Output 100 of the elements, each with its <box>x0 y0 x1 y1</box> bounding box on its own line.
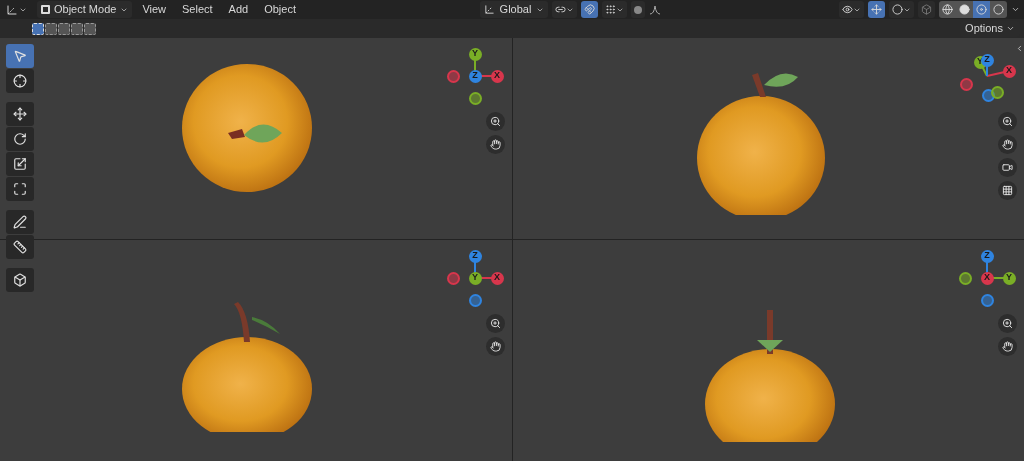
caret-icon <box>1006 24 1015 33</box>
measure-tool[interactable] <box>6 235 34 259</box>
rotate-icon <box>13 132 27 146</box>
negative-axis-handle[interactable] <box>446 69 460 83</box>
axis-label[interactable]: Y <box>468 271 482 285</box>
chevron-icon <box>1015 44 1024 53</box>
circle-icon <box>892 4 903 15</box>
orientation-dropdown[interactable]: Global <box>479 1 549 18</box>
pan-button[interactable] <box>997 135 1017 154</box>
zoom-button[interactable] <box>485 314 505 333</box>
select-mode-button[interactable] <box>84 22 96 35</box>
menu-item[interactable]: Add <box>222 1 255 18</box>
axes-icon <box>483 4 495 15</box>
square-icon <box>41 5 50 14</box>
projection-button[interactable] <box>997 181 1017 200</box>
cursor-arrow-icon <box>13 49 27 63</box>
negative-axis-handle[interactable] <box>468 293 482 307</box>
negative-axis-handle[interactable] <box>959 77 973 91</box>
axis-label[interactable]: Z <box>468 69 482 83</box>
proportional-toggle[interactable] <box>631 1 646 18</box>
grid-icon <box>1001 185 1013 196</box>
axis-label[interactable]: Y <box>468 47 482 61</box>
negative-axis-handle[interactable] <box>980 293 994 307</box>
zoom-icon <box>1001 318 1013 329</box>
axis-label[interactable]: X <box>1002 64 1016 78</box>
hand-icon <box>489 139 501 150</box>
link-icon <box>555 4 567 15</box>
pan-button[interactable] <box>485 337 505 356</box>
negative-axis-handle[interactable] <box>958 271 972 285</box>
caret-icon <box>1011 5 1020 14</box>
select-mode-button[interactable] <box>71 22 83 35</box>
hand-icon <box>489 341 501 352</box>
zoom-button[interactable] <box>997 314 1017 333</box>
rotate-tool[interactable] <box>6 127 34 151</box>
gizmo-toggle[interactable] <box>868 1 885 18</box>
ring-icon <box>993 4 1004 15</box>
negative-axis-handle[interactable] <box>468 91 482 105</box>
frame-icon <box>13 182 27 196</box>
globe-icon <box>942 4 953 15</box>
scale-tool[interactable] <box>6 152 34 176</box>
axis-label[interactable]: Y <box>1002 271 1016 285</box>
zoom-button[interactable] <box>997 112 1017 131</box>
axis-label[interactable]: X <box>980 271 994 285</box>
falloff-curve-icon[interactable] <box>649 4 662 15</box>
viewport[interactable]: X Y Z <box>0 38 512 239</box>
zoom-icon <box>489 318 501 329</box>
select-mode-button[interactable] <box>58 22 70 35</box>
hand-icon <box>1001 341 1013 352</box>
axis-label[interactable]: Z <box>468 249 482 263</box>
pan-button[interactable] <box>997 337 1017 356</box>
shading-button[interactable] <box>939 1 956 18</box>
axis-label[interactable]: Z <box>980 249 994 263</box>
eye-icon <box>842 4 853 15</box>
crosshair-icon <box>13 74 27 88</box>
overlay-button[interactable] <box>889 1 914 18</box>
cube-icon <box>921 4 932 15</box>
xray-toggle[interactable] <box>918 1 935 18</box>
camera-icon <box>1001 162 1013 173</box>
viewport[interactable]: Y Z X <box>513 240 1024 461</box>
negative-axis-handle[interactable] <box>981 88 995 102</box>
snap-dropdown[interactable] <box>602 1 628 18</box>
ruler-icon <box>13 240 27 254</box>
magnet-icon <box>584 4 596 15</box>
pan-button[interactable] <box>485 135 505 154</box>
menu-item[interactable]: Object <box>258 1 302 18</box>
zoom-button[interactable] <box>485 112 505 131</box>
move-tool[interactable] <box>6 102 34 126</box>
zoom-icon <box>1001 116 1013 127</box>
shading-dropdown[interactable] <box>1011 5 1020 14</box>
axis-label[interactable]: X <box>490 69 504 83</box>
cursor-tool[interactable] <box>6 69 34 93</box>
annotate-tool[interactable] <box>6 210 34 234</box>
dots-icon <box>605 4 617 15</box>
negative-axis-handle[interactable] <box>990 85 1004 99</box>
add-cube-tool[interactable] <box>6 268 34 292</box>
sidebar-toggle-icon[interactable] <box>1015 44 1024 53</box>
move-icon <box>13 107 27 121</box>
pencil-icon <box>13 215 27 229</box>
viewport[interactable]: X Z Y <box>0 240 512 461</box>
transform-tool[interactable] <box>6 177 34 201</box>
hand-icon <box>1001 139 1013 150</box>
pivot-button[interactable] <box>552 1 578 18</box>
cube-icon <box>13 273 27 287</box>
zoom-icon <box>489 116 501 127</box>
shading-button[interactable] <box>956 1 973 18</box>
visibility-button[interactable] <box>839 1 864 18</box>
axes-icon <box>6 3 18 16</box>
shading-button[interactable] <box>973 1 990 18</box>
negative-axis-handle[interactable] <box>446 271 460 285</box>
select-mode-button[interactable] <box>45 22 57 35</box>
move-icon <box>871 4 882 15</box>
shading-button[interactable] <box>990 1 1007 18</box>
select-box-tool[interactable] <box>6 44 34 68</box>
camera-button[interactable] <box>997 158 1017 177</box>
mode-dropdown[interactable]: Object Mode <box>37 1 133 18</box>
snap-toggle[interactable] <box>581 1 599 18</box>
sphere-icon <box>959 4 970 15</box>
axis-label[interactable]: X <box>490 271 504 285</box>
menu-item[interactable]: View <box>136 1 173 18</box>
menu-item[interactable]: Select <box>176 1 219 18</box>
